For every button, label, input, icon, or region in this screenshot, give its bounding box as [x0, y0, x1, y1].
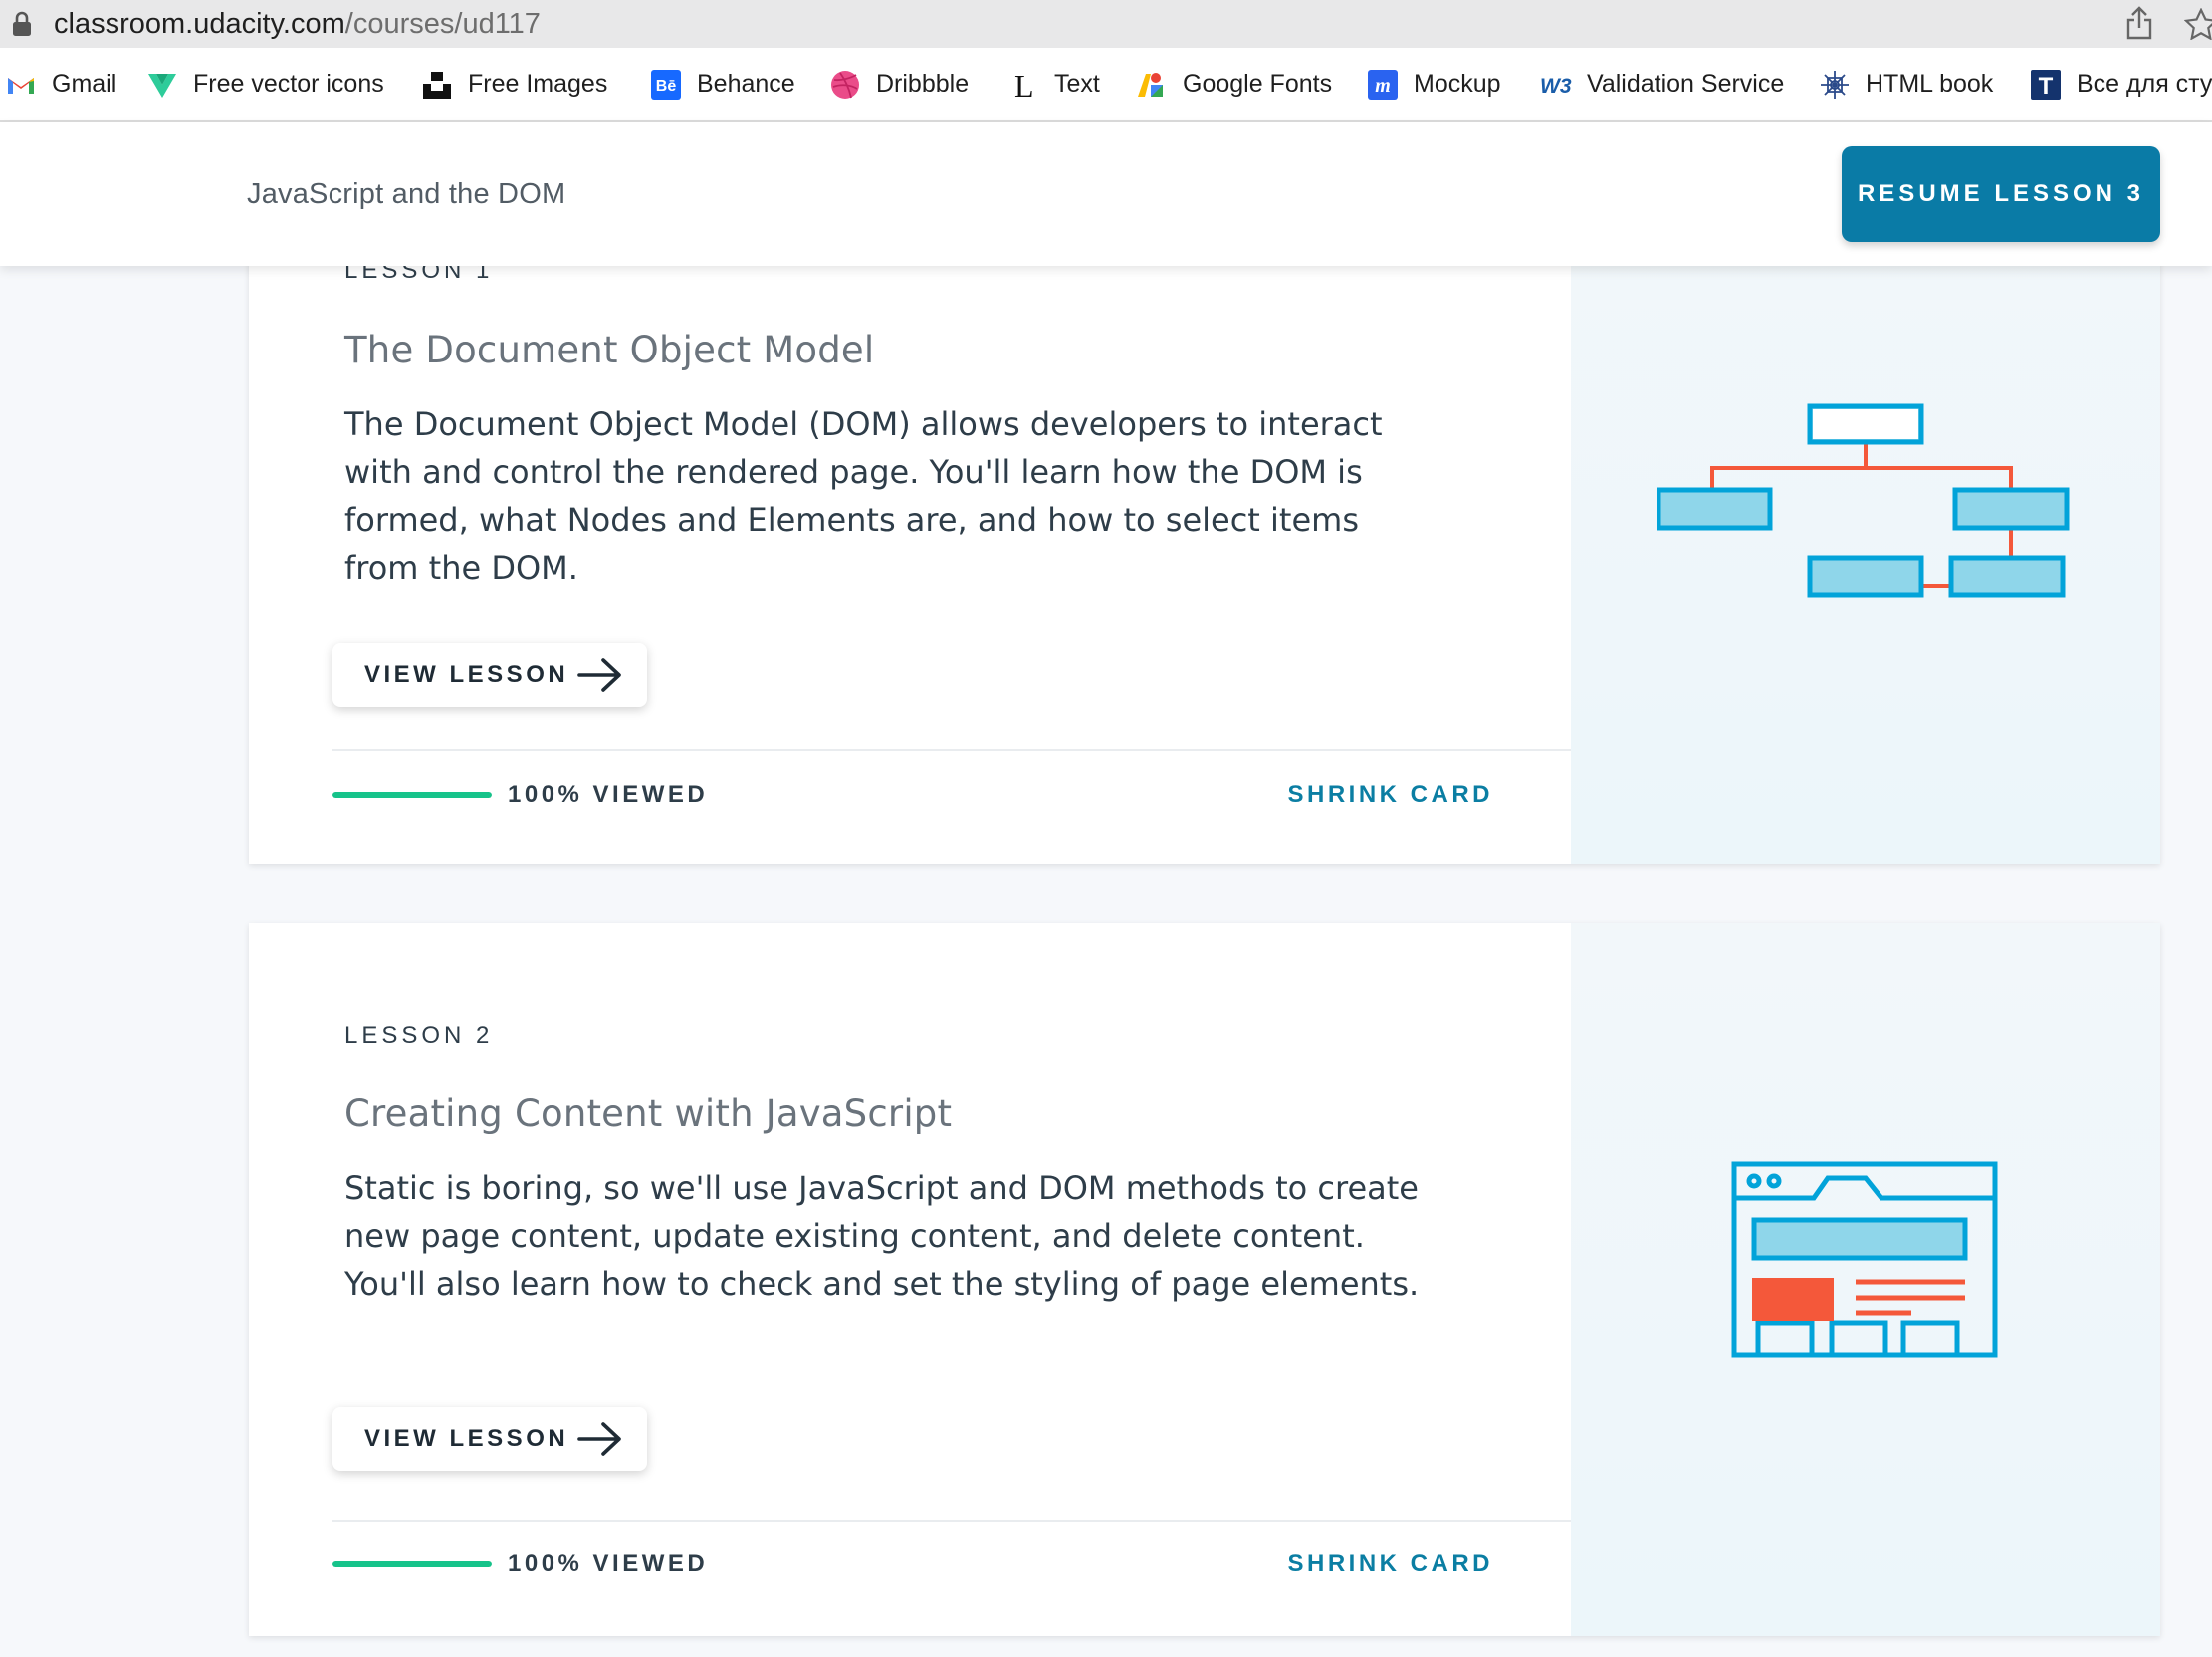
- browser-url-bar[interactable]: classroom.udacity.com/courses/ud117: [0, 0, 2212, 48]
- bookmark-text[interactable]: L Text: [1006, 48, 1100, 120]
- progress-bar: [332, 792, 492, 798]
- progress-bar: [332, 1561, 492, 1567]
- bookmark-gmail[interactable]: Gmail: [4, 48, 116, 120]
- url-path: /courses/ud117: [344, 8, 541, 40]
- card-divider: [332, 1520, 1571, 1522]
- lesson-description: Static is boring, so we'll use JavaScrip…: [344, 1169, 1420, 1302]
- bookmark-label: Mockup: [1414, 70, 1501, 98]
- progress-fill: [332, 1561, 492, 1567]
- svg-text:T: T: [2039, 73, 2054, 100]
- bookmark-label: Все для сту: [2077, 70, 2212, 98]
- view-lesson-label: VIEW LESSON: [364, 661, 569, 688]
- url-host: classroom.udacity.com: [54, 8, 345, 40]
- course-header: JavaScript and the DOM RESUME LESSON 3: [0, 122, 2212, 266]
- lock-icon: [13, 11, 31, 36]
- arrow-right-icon: [577, 658, 621, 692]
- w3c-icon: W3: [1539, 68, 1573, 102]
- bookmark-label: Gmail: [52, 70, 117, 98]
- bookmark-dribbble[interactable]: Dribbble: [828, 48, 969, 120]
- bookmark-label: Google Fonts: [1183, 70, 1333, 98]
- svg-text:L: L: [1014, 69, 1034, 101]
- bookmark-google-fonts[interactable]: Google Fonts: [1135, 48, 1332, 120]
- shrink-card-link[interactable]: SHRINK CARD: [1288, 781, 1494, 809]
- viewed-status: 100% VIEWED: [508, 1550, 709, 1577]
- lesson-illustration-panel: [1571, 923, 2160, 1636]
- shrink-card-link[interactable]: SHRINK CARD: [1288, 1550, 1494, 1578]
- t-icon: T: [2029, 68, 2063, 102]
- progress-fill: [332, 792, 492, 798]
- gmail-icon: [4, 68, 38, 102]
- bookmark-label: Free vector icons: [193, 70, 384, 98]
- bookmark-label: HTML book: [1866, 70, 1994, 98]
- lesson-title: Creating Content with JavaScript: [344, 1092, 953, 1135]
- view-lesson-label: VIEW LESSON: [364, 1425, 569, 1452]
- vector-icon: [145, 68, 179, 102]
- bookmark-mockup[interactable]: m Mockup: [1366, 48, 1501, 120]
- viewed-status: 100% VIEWED: [508, 781, 709, 808]
- share-icon[interactable]: [2124, 6, 2154, 40]
- svg-text:m: m: [1375, 75, 1391, 97]
- bookmark-html-book[interactable]: HTML book: [1818, 48, 1993, 120]
- bookmark-star-icon[interactable]: [2184, 8, 2212, 40]
- bookmark-label: Free Images: [468, 70, 608, 98]
- bookmark-validation-service[interactable]: W3 Validation Service: [1539, 48, 1784, 120]
- bookmarks-bar: Gmail Free vector icons Free Images Bē B…: [0, 48, 2212, 122]
- resume-lesson-button[interactable]: RESUME LESSON 3: [1842, 146, 2160, 242]
- bookmark-label: Validation Service: [1587, 70, 1785, 98]
- card-divider: [332, 749, 1571, 751]
- arrow-right-icon: [577, 1422, 621, 1456]
- view-lesson-button[interactable]: VIEW LESSON: [332, 643, 647, 707]
- bookmark-free-vector-icons[interactable]: Free vector icons: [145, 48, 384, 120]
- dribbble-icon: [828, 68, 862, 102]
- google-fonts-icon: [1135, 68, 1169, 102]
- svg-text:Bē: Bē: [656, 78, 677, 95]
- view-lesson-button[interactable]: VIEW LESSON: [332, 1407, 647, 1471]
- lesson-card-2: LESSON 2 Creating Content with JavaScrip…: [249, 923, 2160, 1636]
- bookmark-t[interactable]: T Все для сту: [2029, 48, 2212, 120]
- unsplash-icon: [420, 68, 454, 102]
- url-text[interactable]: classroom.udacity.com/courses/ud117: [54, 7, 541, 41]
- bookmark-free-images[interactable]: Free Images: [420, 48, 607, 120]
- bookmark-behance[interactable]: Bē Behance: [649, 48, 795, 120]
- text-icon: L: [1006, 68, 1040, 102]
- webpage-layout-icon: [1731, 1161, 1998, 1358]
- svg-text:W3: W3: [1540, 75, 1572, 98]
- mockup-icon: m: [1366, 68, 1400, 102]
- behance-icon: Bē: [649, 68, 683, 102]
- lesson-title: The Document Object Model: [344, 329, 875, 371]
- bookmark-label: Dribbble: [876, 70, 970, 98]
- bookmark-label: Behance: [697, 70, 795, 98]
- lesson-number: LESSON 2: [344, 1022, 494, 1049]
- bookmark-label: Text: [1054, 70, 1100, 98]
- course-title: JavaScript and the DOM: [247, 178, 566, 210]
- dom-tree-icon: [1657, 403, 2070, 598]
- html-book-icon: [1818, 68, 1852, 102]
- lesson-description: The Document Object Model (DOM) allows d…: [344, 405, 1383, 587]
